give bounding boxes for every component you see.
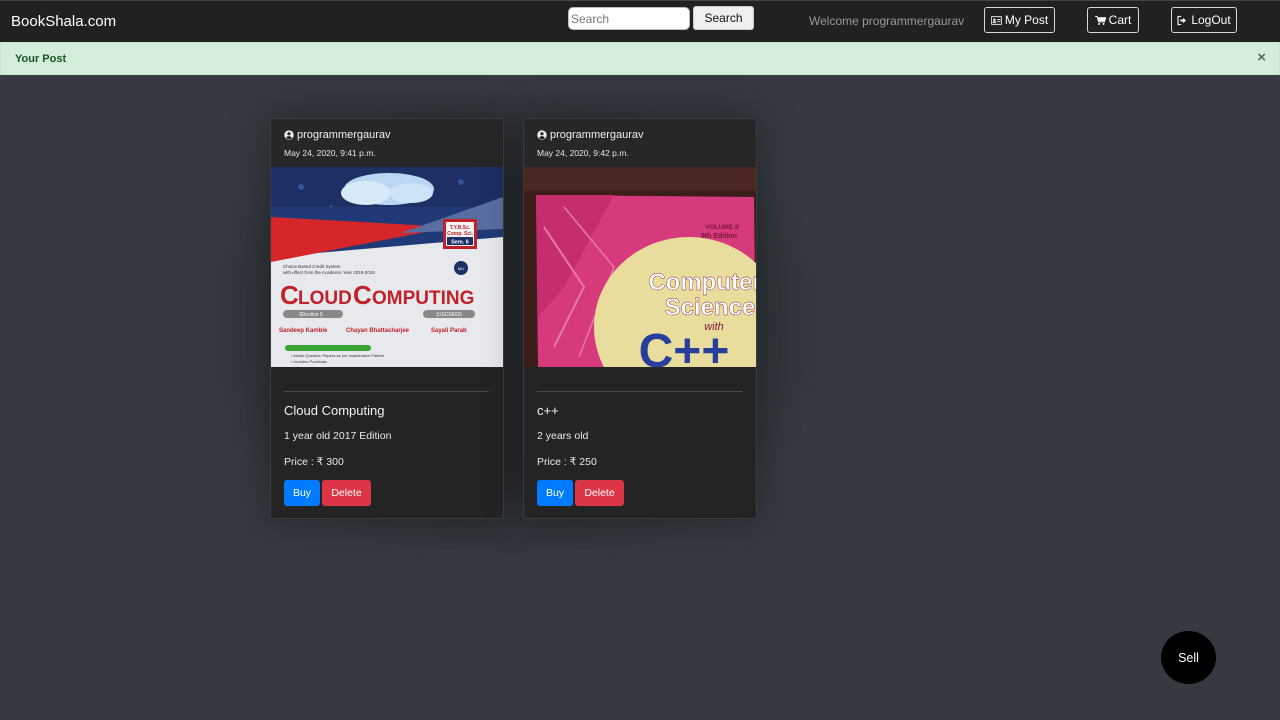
svg-text:with effect from the Academic: with effect from the Academic Year 2018-… xyxy=(283,270,375,275)
sign-out-icon xyxy=(1177,15,1187,25)
card-header: programmergaurav May 24, 2020, 9:42 p.m. xyxy=(524,119,756,167)
book-price: Price : ₹ 250 xyxy=(537,456,597,468)
svg-text:Sayali Parab: Sayali Parab xyxy=(431,328,467,334)
post-card: programmergaurav May 24, 2020, 9:42 p.m.… xyxy=(523,118,757,519)
post-author: programmergaurav xyxy=(537,129,644,141)
svg-text:MU: MU xyxy=(458,266,464,271)
logout-label: LogOut xyxy=(1191,13,1231,27)
brand-logo[interactable]: BookShala.com xyxy=(11,13,116,30)
book-cover-image[interactable]: T.Y.B.Sc. Comp. Sci. Sem. 6 Choice Based… xyxy=(271,167,503,367)
svg-text:LOUD: LOUD xyxy=(298,288,352,309)
book-cover-image[interactable]: VOLUME II 9th Edition Computer Science w… xyxy=(524,167,756,367)
cart-button[interactable]: Cart xyxy=(1087,7,1139,33)
search-input[interactable] xyxy=(568,7,690,30)
alert-banner: Your Post × xyxy=(0,42,1280,75)
welcome-text: Welcome programmergaurav xyxy=(809,14,965,28)
card-divider xyxy=(537,391,742,392)
svg-text:C++: C++ xyxy=(639,325,730,367)
navbar: BookShala.com Search Welcome programmerg… xyxy=(0,0,1280,42)
svg-text:• Model Question Papers as per: • Model Question Papers as per examinati… xyxy=(291,353,384,358)
svg-text:Comp. Sci.: Comp. Sci. xyxy=(447,231,473,237)
card-header: programmergaurav May 24, 2020, 9:41 p.m. xyxy=(271,119,503,167)
svg-text:9th Edition: 9th Edition xyxy=(701,233,737,240)
svg-text:Choice Based Credit System: Choice Based Credit System xyxy=(283,264,341,269)
svg-text:Science: Science xyxy=(665,294,756,321)
book-title: Cloud Computing xyxy=(284,403,385,418)
buy-button[interactable]: Buy xyxy=(284,480,320,506)
book-price: Price : ₹ 300 xyxy=(284,456,344,468)
search-button[interactable]: Search xyxy=(693,6,754,30)
logout-button[interactable]: LogOut xyxy=(1171,7,1237,33)
buy-button[interactable]: Buy xyxy=(537,480,573,506)
post-date: May 24, 2020, 9:41 p.m. xyxy=(284,148,376,158)
user-circle-icon xyxy=(284,130,294,140)
delete-button[interactable]: Delete xyxy=(575,480,624,506)
svg-text:VOLUME II: VOLUME II xyxy=(705,224,738,231)
svg-text:Computer: Computer xyxy=(648,269,756,296)
author-name: programmergaurav xyxy=(550,129,644,141)
svg-text:C: C xyxy=(280,280,299,310)
svg-text:Sem. 6: Sem. 6 xyxy=(451,240,469,246)
book-title: c++ xyxy=(537,403,559,418)
svg-text:C: C xyxy=(353,280,372,310)
post-author: programmergaurav xyxy=(284,129,391,141)
svg-text:• Includes Practicals: • Includes Practicals xyxy=(291,359,327,364)
svg-text:OMPUTING: OMPUTING xyxy=(372,288,474,309)
card-divider xyxy=(284,391,489,392)
book-description: 1 year old 2017 Edition xyxy=(284,430,392,442)
my-post-button[interactable]: My Post xyxy=(984,7,1055,33)
close-icon[interactable]: × xyxy=(1257,50,1266,65)
svg-text:(USCS602): (USCS602) xyxy=(436,312,462,318)
svg-text:(Elective I): (Elective I) xyxy=(299,312,323,318)
alert-message: Your Post xyxy=(15,53,67,65)
svg-text:Sandeep Kamble: Sandeep Kamble xyxy=(279,328,328,334)
author-name: programmergaurav xyxy=(297,129,391,141)
cart-icon xyxy=(1094,15,1106,25)
post-card: programmergaurav May 24, 2020, 9:41 p.m.… xyxy=(270,118,504,519)
svg-text:Chayan Bhattacharjee: Chayan Bhattacharjee xyxy=(346,328,410,334)
user-circle-icon xyxy=(537,130,547,140)
post-date: May 24, 2020, 9:42 p.m. xyxy=(537,148,629,158)
delete-button[interactable]: Delete xyxy=(322,480,371,506)
my-post-label: My Post xyxy=(1004,13,1049,27)
book-description: 2 years old xyxy=(537,430,589,442)
id-card-icon xyxy=(990,15,1002,25)
cart-label: Cart xyxy=(1108,13,1132,27)
sell-button[interactable]: Sell xyxy=(1161,631,1216,684)
